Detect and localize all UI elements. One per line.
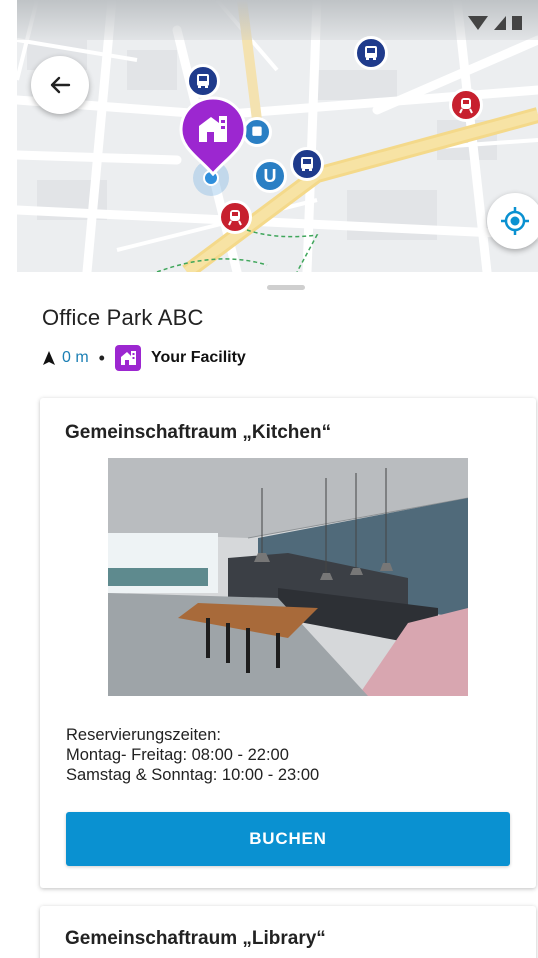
facility-label: Your Facility bbox=[150, 349, 246, 366]
bottom-sheet[interactable]: Office Park ABC 0 m • Your Facility Geme… bbox=[17, 272, 538, 958]
train-station-pin[interactable] bbox=[449, 88, 483, 122]
bus-icon bbox=[197, 74, 209, 88]
ubahn-stop-pin[interactable]: U bbox=[253, 159, 287, 193]
hours-heading: Reservierungszeiten: bbox=[66, 726, 221, 744]
map-background bbox=[17, 0, 538, 272]
hours-weekday: Montag- Freitag: 08:00 - 22:00 bbox=[66, 746, 289, 764]
distance-text: 0 m bbox=[62, 349, 89, 366]
bus-stop-pin[interactable] bbox=[290, 147, 324, 181]
navigation-arrow-icon bbox=[43, 351, 55, 365]
bus-icon bbox=[301, 157, 313, 171]
bus-stop-pin[interactable] bbox=[354, 36, 388, 70]
my-location-button[interactable] bbox=[487, 193, 538, 249]
book-button[interactable]: BUCHEN bbox=[66, 812, 510, 866]
room-card-library[interactable]: Gemeinschaftraum „Library“ bbox=[40, 906, 536, 958]
train-icon bbox=[459, 98, 473, 114]
bus-icon bbox=[252, 126, 262, 136]
bus-stop-pin[interactable] bbox=[186, 64, 220, 98]
train-station-pin[interactable] bbox=[218, 200, 252, 234]
reservation-hours: Reservierungszeiten: Montag- Freitag: 08… bbox=[66, 725, 319, 785]
hours-weekend: Samstag & Sonntag: 10:00 - 23:00 bbox=[66, 766, 320, 784]
place-meta: 0 m • Your Facility bbox=[42, 345, 246, 371]
building-icon bbox=[114, 345, 141, 371]
room-title: Gemeinschaftraum „Kitchen“ bbox=[65, 422, 332, 443]
ubahn-label: U bbox=[263, 165, 277, 186]
room-card-kitchen[interactable]: Gemeinschaftraum „Kitchen“ Reservierungs… bbox=[40, 398, 536, 888]
arrow-left-icon bbox=[50, 76, 71, 94]
status-bar bbox=[17, 0, 538, 40]
my-location-icon bbox=[501, 207, 529, 235]
app-screen: U Office Park ABC 0 m • Your Facility Ge… bbox=[0, 0, 538, 958]
selected-facility-pin[interactable] bbox=[179, 96, 247, 176]
room-title: Gemeinschaftraum „Library“ bbox=[65, 928, 326, 949]
map-view[interactable]: U bbox=[17, 0, 538, 272]
drag-handle[interactable] bbox=[267, 285, 305, 290]
train-icon bbox=[228, 210, 242, 226]
signal-battery-icon bbox=[468, 16, 522, 30]
back-button[interactable] bbox=[31, 56, 89, 114]
bus-icon bbox=[365, 46, 377, 60]
place-title: Office Park ABC bbox=[42, 305, 204, 330]
room-photo bbox=[108, 458, 468, 696]
separator-dot: • bbox=[98, 347, 105, 368]
